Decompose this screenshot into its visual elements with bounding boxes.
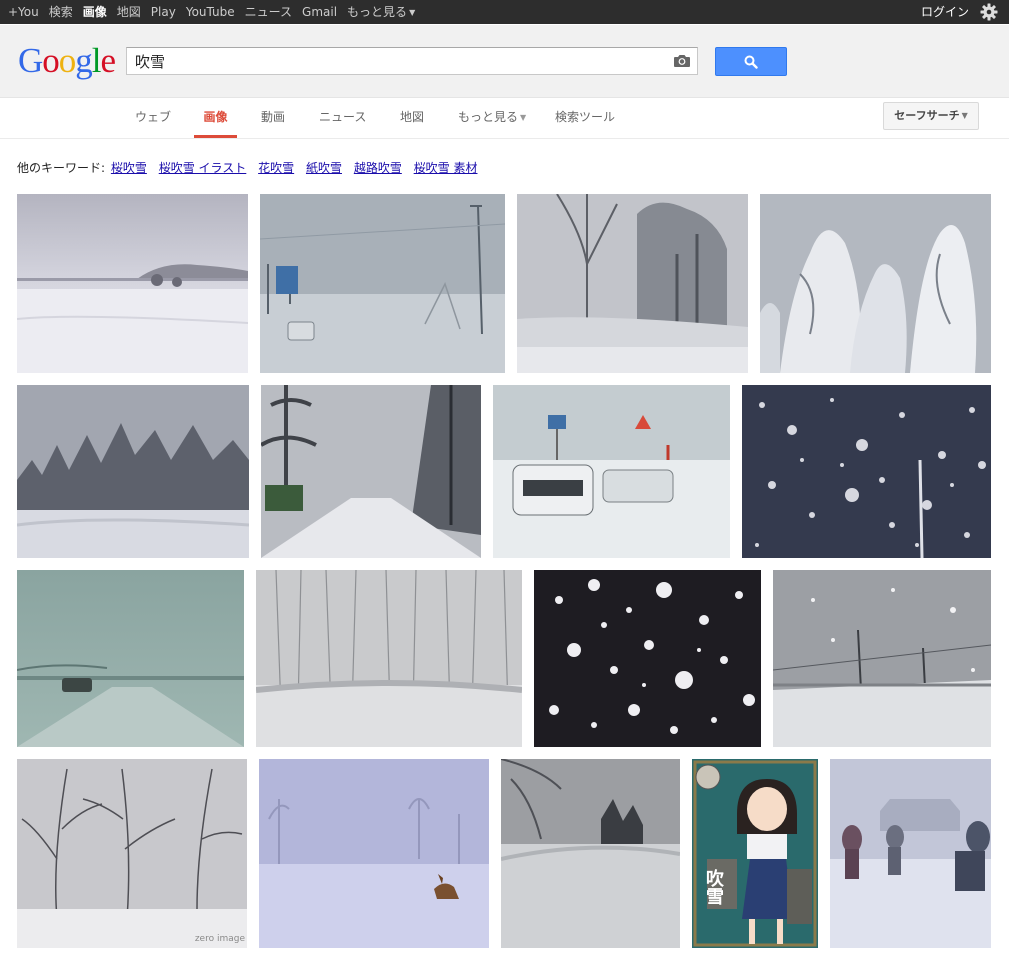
logo-letter-g2: g (75, 41, 92, 80)
related-link-5[interactable]: 越路吹雪 (354, 161, 402, 175)
topnav-images[interactable]: 画像 (78, 0, 112, 24)
tab-videos[interactable]: 動画 (261, 98, 285, 138)
topnav-you[interactable]: +You (0, 0, 44, 24)
result-image-thumbnail[interactable] (493, 385, 730, 558)
result-image-thumbnail[interactable]: zero image (17, 759, 247, 948)
result-image-thumbnail[interactable] (260, 194, 505, 373)
caret-down-icon: ▼ (520, 112, 527, 122)
login-link[interactable]: ログイン (921, 0, 969, 24)
search-icon (744, 55, 758, 69)
search-box (126, 47, 698, 75)
result-image-thumbnail[interactable] (256, 570, 522, 747)
result-image-thumbnail[interactable] (17, 385, 249, 558)
safesearch-button[interactable]: セーフサーチ ▼ (883, 102, 979, 130)
tab-news[interactable]: ニュース (319, 98, 366, 138)
related-link-6[interactable]: 桜吹雪 素材 (414, 161, 478, 175)
tab-web[interactable]: ウェブ (135, 98, 171, 138)
topnav-search[interactable]: 検索 (44, 0, 78, 24)
result-image-thumbnail[interactable] (830, 759, 991, 948)
related-keywords: 他のキーワード: 桜吹雪 桜吹雪 イラスト 花吹雪 紙吹雪 越路吹雪 桜吹雪 素… (17, 159, 477, 176)
result-image-thumbnail[interactable] (760, 194, 991, 373)
logo-letter-g: G (18, 41, 43, 80)
tab-more[interactable]: もっと見る ▼ (458, 98, 526, 138)
tab-maps[interactable]: 地図 (400, 98, 424, 138)
topnav-play[interactable]: Play (146, 0, 181, 24)
topnav-maps[interactable]: 地図 (112, 0, 146, 24)
result-image-thumbnail[interactable] (534, 570, 761, 747)
top-bar: +You 検索 画像 地図 Play YouTube ニュース Gmail もっ… (0, 0, 1009, 24)
search-button[interactable] (715, 47, 787, 76)
related-prefix: 他のキーワード: (17, 161, 106, 175)
result-image-thumbnail[interactable] (773, 570, 991, 747)
related-link-3[interactable]: 花吹雪 (258, 161, 294, 175)
result-image-thumbnail[interactable] (501, 759, 680, 948)
tab-images[interactable]: 画像 (194, 98, 237, 138)
related-link-1[interactable]: 桜吹雪 (111, 161, 147, 175)
topnav-news[interactable]: ニュース (240, 0, 297, 24)
result-image-thumbnail[interactable] (261, 385, 481, 558)
logo-letter-o1: o (42, 41, 59, 80)
result-image-thumbnail[interactable] (259, 759, 489, 948)
result-image-thumbnail[interactable] (517, 194, 748, 373)
search-header: Google (0, 25, 1009, 98)
topnav-more-label: もっと見る (347, 5, 408, 19)
search-input[interactable] (127, 48, 673, 74)
topnav-more[interactable]: もっと見る ▼ (342, 0, 420, 24)
related-link-2[interactable]: 桜吹雪 イラスト (159, 161, 247, 175)
logo-letter-e: e (100, 41, 117, 80)
logo-letter-l: l (91, 41, 102, 80)
result-image-thumbnail[interactable] (17, 570, 244, 747)
result-image-thumbnail[interactable] (17, 194, 248, 373)
tab-search-tools[interactable]: 検索ツール (555, 98, 615, 138)
google-logo[interactable]: Google (18, 41, 117, 80)
top-nav: +You 検索 画像 地図 Play YouTube ニュース Gmail もっ… (0, 0, 420, 24)
safesearch-label: セーフサーチ (894, 109, 960, 122)
related-link-4[interactable]: 紙吹雪 (306, 161, 342, 175)
topnav-youtube[interactable]: YouTube (181, 0, 240, 24)
gear-icon[interactable] (979, 2, 999, 22)
result-image-thumbnail[interactable] (742, 385, 991, 558)
caret-down-icon: ▼ (409, 7, 416, 17)
logo-letter-o2: o (58, 41, 76, 80)
image-watermark: zero image (194, 934, 245, 944)
tab-bar: ウェブ 画像 動画 ニュース 地図 もっと見る ▼ 検索ツール セーフサーチ ▼ (0, 98, 1009, 139)
caret-down-icon: ▼ (961, 111, 968, 120)
result-image-thumbnail[interactable]: 吹雪 (692, 759, 818, 948)
topnav-gmail[interactable]: Gmail (297, 0, 342, 24)
card-name-text: 吹雪 (703, 869, 724, 905)
tab-more-label: もっと見る (458, 110, 519, 124)
camera-icon[interactable] (673, 53, 691, 69)
